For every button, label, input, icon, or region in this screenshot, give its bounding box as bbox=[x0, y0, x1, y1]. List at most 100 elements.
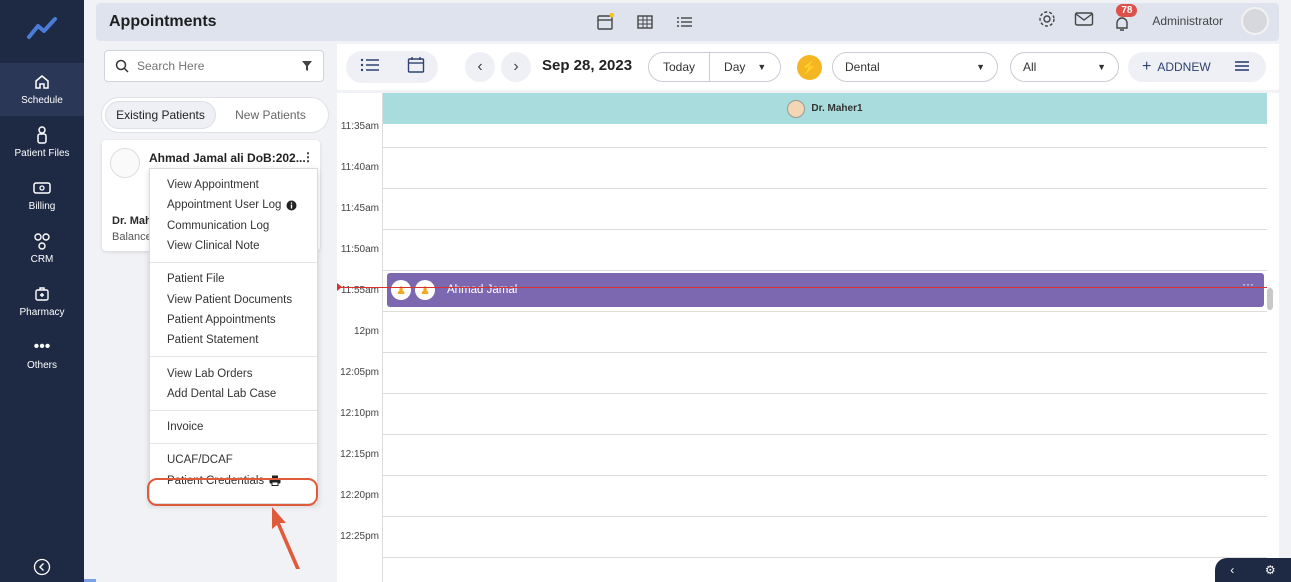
time-label: 11:35am bbox=[340, 121, 379, 132]
sidebar-item-label: Others bbox=[26, 360, 57, 371]
person-status-icon: ♟ bbox=[391, 280, 411, 300]
tab-new-patients[interactable]: New Patients bbox=[216, 101, 325, 129]
sidebar-item-others[interactable]: ••• Others bbox=[0, 328, 84, 381]
menu-item-view-lab-orders[interactable]: View Lab Orders bbox=[150, 363, 317, 383]
app-logo[interactable] bbox=[0, 0, 84, 56]
more-icon: ••• bbox=[33, 338, 51, 355]
quick-view-icons bbox=[596, 12, 694, 36]
calendar-toolbar: ‹ › Sep 28, 2023 Today Day ▼ ⚡ Dental ▼ A… bbox=[337, 44, 1279, 90]
slot-divider bbox=[383, 352, 1267, 353]
menu-item-view-clinical-note[interactable]: View Clinical Note bbox=[150, 236, 317, 256]
top-header: Appointments 78 Administrator bbox=[96, 3, 1279, 41]
filter-icon[interactable] bbox=[301, 60, 313, 72]
current-time-marker bbox=[337, 283, 342, 291]
grid-view-icon[interactable] bbox=[636, 13, 654, 36]
menu-item-add-dental-lab-case[interactable]: Add Dental Lab Case bbox=[150, 384, 317, 404]
doctor-column-header: Dr. Maher1 bbox=[383, 93, 1267, 124]
caret-down-icon: ▼ bbox=[976, 62, 985, 72]
menu-item-view-patient-documents[interactable]: View Patient Documents bbox=[150, 289, 317, 309]
slot-divider bbox=[383, 311, 1267, 312]
doctor-name: Dr. Maher1 bbox=[811, 103, 863, 114]
slot-divider bbox=[383, 434, 1267, 435]
menu-item-view-appointment[interactable]: View Appointment bbox=[150, 175, 317, 195]
menu-item-communication-log[interactable]: Communication Log bbox=[150, 216, 317, 236]
list-view-button[interactable] bbox=[360, 57, 380, 78]
time-label: 12:20pm bbox=[340, 490, 379, 501]
time-label: 11:40am bbox=[340, 162, 379, 173]
next-day-button[interactable]: › bbox=[501, 52, 531, 82]
bottom-controls: ‹ ⚙ bbox=[1215, 558, 1291, 582]
calendar-view-button[interactable] bbox=[407, 56, 425, 79]
patient-name: Ahmad Jamal ali DoB:202... bbox=[149, 151, 306, 165]
view-select[interactable]: Day ▼ bbox=[709, 53, 780, 81]
info-icon bbox=[286, 200, 297, 211]
appointment-more-icon[interactable]: ··· bbox=[1242, 277, 1254, 291]
tab-existing-patients[interactable]: Existing Patients bbox=[105, 101, 216, 129]
menu-item-label: View Lab Orders bbox=[167, 367, 253, 380]
patient-avatar bbox=[110, 148, 140, 178]
add-new-button[interactable]: + ADDNEW bbox=[1128, 52, 1266, 82]
list-view-icon[interactable] bbox=[676, 13, 694, 36]
add-new-label: ADDNEW bbox=[1157, 60, 1211, 74]
network-icon bbox=[33, 232, 51, 250]
slot-divider bbox=[383, 393, 1267, 394]
menu-item-patient-statement[interactable]: Patient Statement bbox=[150, 330, 317, 350]
bell-icon bbox=[1116, 17, 1129, 31]
appointment-patient-name: Ahmad Jamal bbox=[447, 284, 518, 296]
calendar-scrollbar[interactable] bbox=[1267, 288, 1273, 310]
appointment-block[interactable]: ♟ ♟ Ahmad Jamal ··· bbox=[387, 273, 1264, 307]
time-label: 12:15pm bbox=[340, 449, 379, 460]
menu-item-ucaf-dcaf[interactable]: UCAF/DCAF bbox=[150, 450, 317, 470]
menu-group: View Appointment Appointment User Log Co… bbox=[150, 169, 317, 264]
chevron-left-icon[interactable]: ‹ bbox=[1230, 563, 1234, 577]
hamburger-menu-icon[interactable] bbox=[1234, 60, 1249, 75]
menu-item-invoice[interactable]: Invoice bbox=[150, 417, 317, 437]
calendar-view-icon[interactable] bbox=[596, 12, 615, 36]
collapse-sidebar-button[interactable] bbox=[0, 558, 84, 576]
settings-gear-icon[interactable] bbox=[1038, 10, 1056, 33]
menu-item-patient-file[interactable]: Patient File bbox=[150, 269, 317, 289]
user-avatar[interactable] bbox=[1241, 7, 1269, 35]
money-icon bbox=[33, 179, 51, 197]
time-label: 12:10pm bbox=[340, 408, 379, 419]
specialty-value: Dental bbox=[845, 60, 880, 74]
sidebar-item-schedule[interactable]: Schedule bbox=[0, 63, 84, 116]
menu-item-patient-appointments[interactable]: Patient Appointments bbox=[150, 310, 317, 330]
more-options-icon[interactable]: ⋮ bbox=[302, 150, 314, 164]
person-icon bbox=[33, 126, 51, 144]
sidebar-item-crm[interactable]: CRM bbox=[0, 222, 84, 275]
current-date: Sep 28, 2023 bbox=[542, 57, 633, 74]
sidebar-item-label: Billing bbox=[28, 201, 56, 212]
logo-icon bbox=[27, 17, 57, 39]
user-name[interactable]: Administrator bbox=[1152, 14, 1223, 28]
caret-down-icon: ▼ bbox=[1097, 62, 1106, 72]
patient-doctor: Dr. Mah bbox=[112, 215, 152, 227]
mail-icon[interactable] bbox=[1074, 11, 1094, 32]
lightning-icon[interactable]: ⚡ bbox=[797, 55, 822, 80]
sidebar-item-patient-files[interactable]: Patient Files bbox=[0, 116, 84, 169]
sidebar-item-billing[interactable]: Billing bbox=[0, 169, 84, 222]
specialty-select[interactable]: Dental ▼ bbox=[832, 52, 998, 82]
sidebar: Schedule Patient Files Billing CRM Pharm… bbox=[0, 0, 84, 582]
chevron-left-icon: ‹ bbox=[477, 58, 483, 75]
slot-divider bbox=[383, 475, 1267, 476]
notifications-button[interactable]: 78 bbox=[1112, 4, 1138, 32]
menu-item-appointment-user-log[interactable]: Appointment User Log bbox=[150, 195, 317, 215]
prev-day-button[interactable]: ‹ bbox=[465, 52, 495, 82]
sidebar-item-pharmacy[interactable]: Pharmacy bbox=[0, 275, 84, 328]
today-button[interactable]: Today bbox=[649, 53, 709, 81]
menu-item-label: Patient Statement bbox=[167, 334, 259, 347]
menu-item-label: Invoice bbox=[167, 421, 204, 434]
menu-item-label: Communication Log bbox=[167, 219, 270, 232]
settings-gear-icon[interactable]: ⚙ bbox=[1265, 563, 1276, 577]
caret-down-icon: ▼ bbox=[757, 62, 767, 72]
time-column: 11:35am 11:40am 11:45am 11:50am 11:55am … bbox=[337, 93, 383, 582]
time-label: 11:45am bbox=[340, 203, 379, 214]
search-input[interactable] bbox=[137, 59, 293, 73]
time-label: 12:05pm bbox=[340, 367, 379, 378]
current-time-indicator bbox=[337, 287, 1267, 288]
slot-divider bbox=[383, 147, 1267, 148]
menu-group: Patient File View Patient Documents Pati… bbox=[150, 263, 317, 358]
filter-select[interactable]: All ▼ bbox=[1010, 52, 1119, 82]
menu-item-label: Patient File bbox=[167, 273, 225, 286]
